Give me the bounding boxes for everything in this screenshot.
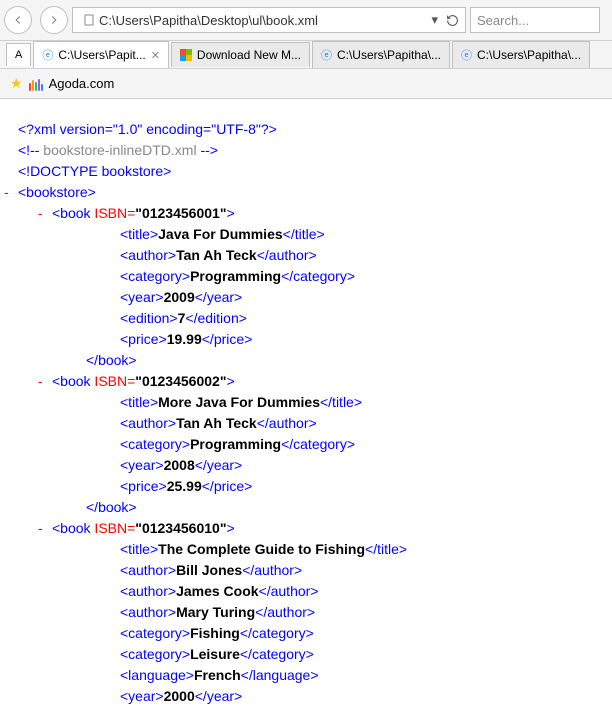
nav-bar: C:\Users\Papitha\Desktop\ul\book.xml ▾ S…	[0, 0, 612, 41]
category-line: <category>Leisure</category>	[18, 644, 594, 665]
tab-bar: A ⓔ C:\Users\Papit... ✕ Download New M..…	[0, 41, 612, 69]
browser-chrome: C:\Users\Papitha\Desktop\ul\book.xml ▾ S…	[0, 0, 612, 99]
author-line: <author>Mary Turing</author>	[18, 602, 594, 623]
tab-label: Download New M...	[197, 48, 301, 62]
book-close: </book>	[18, 350, 594, 371]
tab-2[interactable]: Download New M...	[171, 42, 310, 67]
xml-comment: <!-- bookstore-inlineDTD.xml -->	[18, 140, 594, 161]
refresh-icon[interactable]	[446, 14, 459, 27]
xml-declaration: <?xml version="1.0" encoding="UTF-8"?>	[18, 119, 594, 140]
search-placeholder: Search...	[477, 13, 529, 28]
favorites-bar: ★ Agoda.com	[0, 69, 612, 99]
book-close: </book>	[18, 497, 594, 518]
tab-label: C:\Users\Papitha\...	[477, 48, 581, 62]
category-line: <category>Programming</category>	[18, 266, 594, 287]
ie-icon: ⓔ	[42, 47, 53, 63]
language-line: <language>French</language>	[18, 665, 594, 686]
edition-line: <edition>7</edition>	[18, 308, 594, 329]
arrow-left-icon	[11, 13, 25, 27]
tab-4[interactable]: ⓔ C:\Users\Papitha\...	[452, 41, 590, 68]
xml-doctype: <!DOCTYPE bookstore>	[18, 161, 594, 182]
tab-3[interactable]: ⓔ C:\Users\Papitha\...	[312, 41, 450, 68]
book-open[interactable]: - <book ISBN="0123456010">	[18, 518, 594, 539]
address-text: C:\Users\Papitha\Desktop\ul\book.xml	[99, 13, 431, 28]
close-icon[interactable]: ✕	[151, 49, 160, 62]
title-line: <title>The Complete Guide to Fishing</ti…	[18, 539, 594, 560]
author-line: <author>James Cook</author>	[18, 581, 594, 602]
forward-button[interactable]	[40, 6, 68, 34]
author-line: <author>Tan Ah Teck</author>	[18, 245, 594, 266]
book-open[interactable]: - <book ISBN="0123456002">	[18, 371, 594, 392]
address-bar[interactable]: C:\Users\Papitha\Desktop\ul\book.xml ▾	[72, 7, 466, 33]
ie-icon: ⓔ	[321, 47, 332, 63]
title-line: <title>Java For Dummies</title>	[18, 224, 594, 245]
ie-icon: ⓔ	[461, 47, 472, 63]
arrow-right-icon	[47, 13, 61, 27]
year-line: <year>2009</year>	[18, 287, 594, 308]
agoda-icon	[29, 77, 43, 91]
back-button[interactable]	[4, 6, 32, 34]
tab-0[interactable]: A	[6, 43, 31, 66]
book-open[interactable]: - <book ISBN="0123456001">	[18, 203, 594, 224]
favorite-link[interactable]: Agoda.com	[49, 76, 115, 91]
tab-label: C:\Users\Papit...	[58, 48, 145, 62]
title-line: <title>More Java For Dummies</title>	[18, 392, 594, 413]
tab-label: C:\Users\Papitha\...	[337, 48, 441, 62]
price-line: <price>25.99</price>	[18, 476, 594, 497]
xml-content: <?xml version="1.0" encoding="UTF-8"?> <…	[0, 99, 612, 715]
author-line: <author>Tan Ah Teck</author>	[18, 413, 594, 434]
address-right: ▾	[431, 12, 459, 28]
category-line: <category>Fishing</category>	[18, 623, 594, 644]
tab-1[interactable]: ⓔ C:\Users\Papit... ✕	[33, 41, 169, 68]
file-icon	[79, 13, 99, 27]
category-line: <category>Programming</category>	[18, 434, 594, 455]
price-line: <price>19.99</price>	[18, 329, 594, 350]
microsoft-icon	[180, 49, 192, 61]
bookstore-open[interactable]: - <bookstore>	[18, 182, 594, 203]
search-input[interactable]: Search...	[470, 7, 600, 33]
favorites-star-icon[interactable]: ★	[10, 75, 23, 92]
author-line: <author>Bill Jones</author>	[18, 560, 594, 581]
year-line: <year>2008</year>	[18, 455, 594, 476]
dropdown-icon[interactable]: ▾	[431, 12, 438, 28]
year-line: <year>2000</year>	[18, 686, 594, 707]
